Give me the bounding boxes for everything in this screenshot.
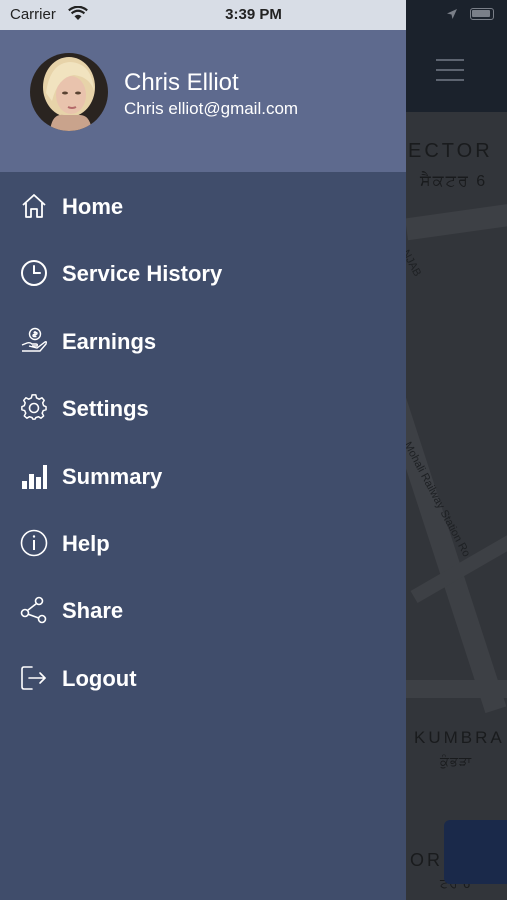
bar-chart-icon [20, 462, 48, 490]
menu-item-label: Help [62, 531, 110, 556]
status-time: 3:39 PM [225, 6, 282, 23]
clock-icon [20, 259, 48, 287]
menu-item-settings[interactable]: Settings [0, 378, 406, 438]
logout-icon [20, 664, 48, 692]
profile-name: Chris Elliot [124, 69, 239, 96]
status-right [446, 7, 498, 21]
location-icon [447, 9, 457, 19]
navigation-drawer: Chris Elliot Chris elliot@gmail.com Home… [0, 0, 406, 900]
menu-item-label: Service History [62, 261, 223, 286]
avatar[interactable] [30, 53, 108, 131]
menu-item-label: Share [62, 598, 124, 623]
earnings-icon [20, 327, 48, 355]
info-icon [20, 529, 48, 557]
menu-item-service-history[interactable]: Service History [0, 243, 406, 303]
menu-item-logout[interactable]: Logout [0, 648, 406, 708]
menu-item-help[interactable]: Help [0, 513, 406, 573]
battery-icon [470, 8, 494, 20]
menu-item-label: Summary [62, 464, 163, 489]
menu-item-label: Settings [62, 396, 149, 421]
menu-item-earnings[interactable]: Earnings [0, 311, 406, 371]
menu-item-label: Earnings [62, 329, 157, 354]
menu-item-label: Home [62, 194, 124, 219]
status-bar: Carrier 3:39 PM [0, 0, 507, 30]
menu-item-home[interactable]: Home [0, 176, 406, 236]
menu-item-label: Logout [62, 666, 137, 691]
profile-header[interactable]: Chris Elliot Chris elliot@gmail.com [0, 30, 406, 172]
menu-item-summary[interactable]: Summary [0, 446, 406, 506]
profile-email: Chris elliot@gmail.com [124, 99, 299, 118]
menu-item-share[interactable]: Share [0, 580, 406, 640]
home-icon [20, 192, 48, 220]
share-icon [20, 596, 48, 624]
gear-icon [20, 394, 48, 422]
